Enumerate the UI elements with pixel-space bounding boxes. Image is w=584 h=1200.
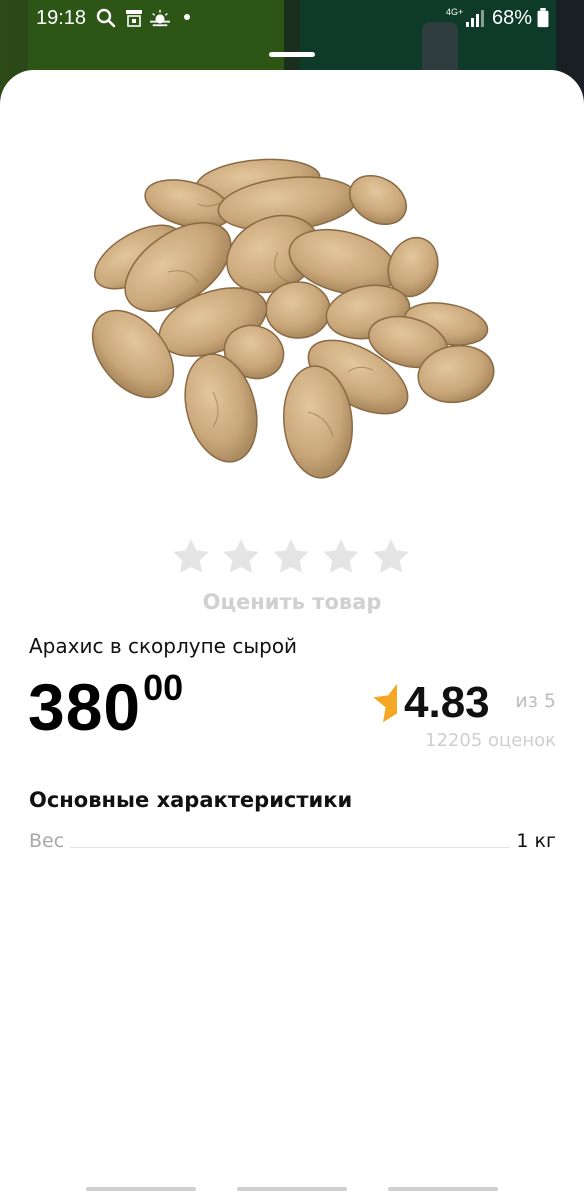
battery-icon (537, 8, 549, 28)
calendar-icon (126, 10, 142, 27)
rating-scale: из 5 (515, 690, 556, 712)
spec-key: Вес (29, 830, 71, 852)
product-price: 38000 (28, 667, 183, 740)
characteristics-title: Основные характеристики (29, 788, 353, 812)
rating-count: 12205 оценок (425, 730, 556, 751)
rate-star-2-icon[interactable] (220, 536, 262, 578)
nav-home[interactable] (237, 1187, 347, 1191)
rate-star-1-icon[interactable] (170, 536, 212, 578)
rate-product-label[interactable]: Оценить товар (0, 590, 584, 614)
rate-star-3-icon[interactable] (270, 536, 312, 578)
search-icon (96, 8, 116, 28)
spec-row-weight: Вес 1 кг (29, 830, 556, 856)
network-type: 4G+ (446, 7, 464, 17)
nav-back[interactable] (388, 1187, 498, 1191)
rate-star-5-icon[interactable] (370, 536, 412, 578)
nav-recents[interactable] (86, 1187, 196, 1191)
spec-leader-line (69, 847, 516, 848)
spec-value: 1 кг (510, 830, 556, 852)
rating-star-icon (373, 683, 397, 723)
price-cents: 00 (143, 667, 184, 708)
product-name: Арахис в скорлупе сырой (29, 634, 298, 658)
sheet-drag-handle[interactable] (269, 52, 315, 57)
peanuts-image (91, 158, 495, 479)
rating-value: 4.83 (404, 678, 490, 727)
notification-dot (184, 14, 190, 20)
status-bar: 19:18 4G+ 68% (0, 0, 584, 36)
product-sheet: Оценить товар Арахис в скорлупе сырой 38… (0, 70, 584, 1200)
rate-star-4-icon[interactable] (320, 536, 362, 578)
battery-percent: 68% (492, 7, 533, 29)
rate-stars (170, 536, 414, 580)
status-time: 19:18 (36, 7, 87, 29)
system-nav-bar (0, 1184, 584, 1200)
rating-summary[interactable]: 4.83 из 5 12205 оценок (356, 678, 556, 751)
signal-icon (466, 10, 484, 27)
weather-icon (150, 9, 170, 27)
price-main: 380 (28, 670, 142, 744)
